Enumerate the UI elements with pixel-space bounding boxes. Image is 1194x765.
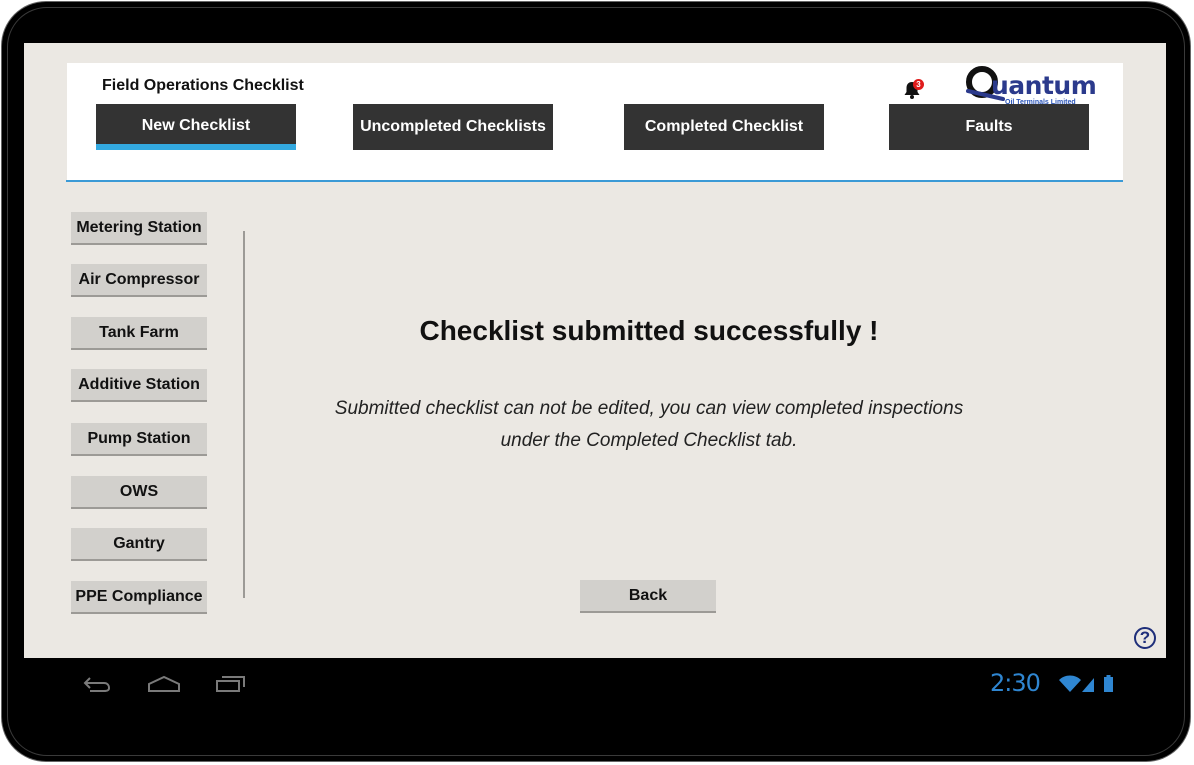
status-icons — [1059, 675, 1113, 692]
logo-wordmark: uantum — [991, 71, 1097, 100]
sidebar-item-pump-station[interactable]: Pump Station — [71, 423, 207, 454]
tab-uncompleted-checklists[interactable]: Uncompleted Checklists — [353, 104, 553, 150]
sidebar-item-tank-farm[interactable]: Tank Farm — [71, 317, 207, 348]
help-button[interactable]: ? — [1134, 627, 1156, 649]
app-screen: Field Operations Checklist 3 uantum Oil … — [24, 43, 1166, 658]
wifi-icon — [1059, 675, 1081, 692]
notification-badge: 3 — [913, 79, 924, 90]
back-button[interactable]: Back — [580, 580, 716, 611]
home-icon[interactable] — [147, 675, 181, 693]
sidebar-item-metering-station[interactable]: Metering Station — [71, 212, 207, 243]
success-message-line-2: under the Completed Checklist tab. — [500, 430, 798, 451]
company-logo: uantum Oil Terminals Limited — [965, 65, 1097, 109]
battery-icon — [1104, 675, 1113, 692]
success-heading: Checklist submitted successfully ! — [419, 315, 879, 346]
help-icon: ? — [1139, 628, 1151, 647]
tab-faults[interactable]: Faults — [889, 104, 1089, 150]
sidebar-item-additive-station[interactable]: Additive Station — [71, 369, 207, 400]
tab-new-checklist[interactable]: New Checklist — [96, 104, 296, 150]
sidebar-item-ows[interactable]: OWS — [71, 476, 207, 507]
sidebar-item-ppe-compliance[interactable]: PPE Compliance — [71, 581, 207, 612]
notifications-button[interactable]: 3 — [902, 79, 924, 101]
tab-completed-checklist[interactable]: Completed Checklist — [624, 104, 824, 150]
app-title: Field Operations Checklist — [102, 77, 304, 94]
back-icon[interactable] — [82, 675, 112, 693]
sidebar-item-gantry[interactable]: Gantry — [71, 528, 207, 559]
sidebar-divider — [243, 231, 245, 598]
success-message: Submitted checklist can not be edited, y… — [274, 393, 1024, 457]
status-clock: 2:30 — [990, 669, 1041, 697]
success-message-line-1: Submitted checklist can not be edited, y… — [334, 398, 964, 419]
recent-apps-icon[interactable] — [215, 675, 247, 693]
signal-icon — [1082, 678, 1094, 692]
header-divider — [66, 180, 1123, 182]
sidebar-item-air-compressor[interactable]: Air Compressor — [71, 264, 207, 295]
